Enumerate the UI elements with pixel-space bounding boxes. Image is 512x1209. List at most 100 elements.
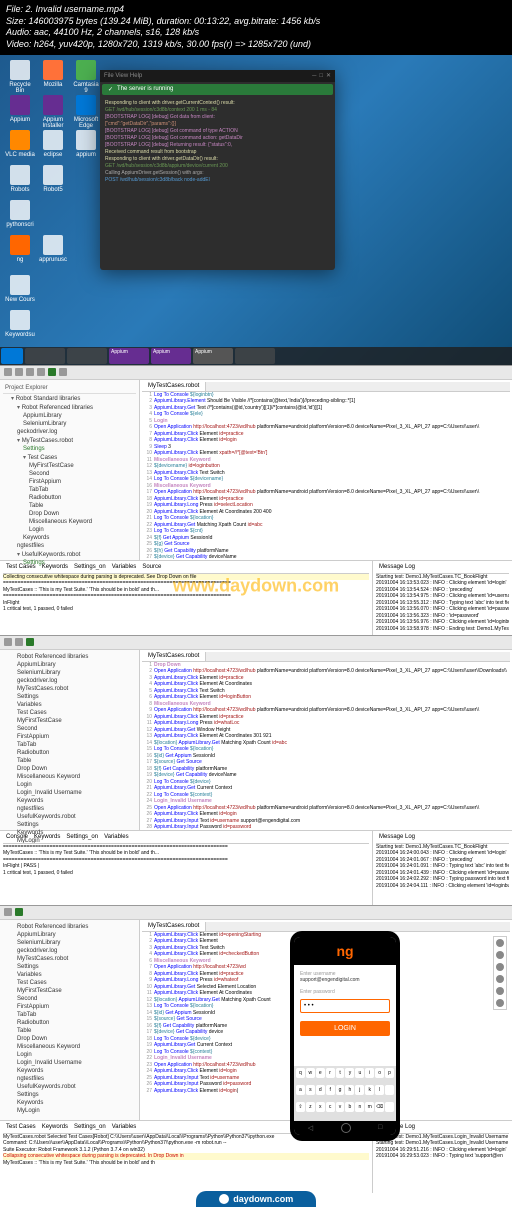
desktop-icon-appium[interactable]: Appium	[5, 95, 35, 123]
ide-toolbar[interactable]	[0, 906, 512, 920]
tree-item[interactable]: Robot Referenced libraries	[3, 403, 136, 412]
tree-item[interactable]: Variables	[3, 701, 136, 709]
toolbar-icon[interactable]	[4, 638, 12, 646]
tree-testcase[interactable]: Table	[3, 502, 136, 510]
run-icon[interactable]	[15, 908, 23, 916]
keyboard-key[interactable]: m	[365, 1102, 374, 1112]
rotate-icon[interactable]	[496, 963, 504, 971]
location-icon[interactable]	[496, 987, 504, 995]
emulator-toolbar[interactable]	[493, 936, 507, 1010]
keyboard-key[interactable]: l	[375, 1085, 384, 1095]
appium-server-terminal[interactable]: File View Help ─ □ ✕ ✓ The server is run…	[100, 70, 335, 270]
tree-testcase[interactable]: Second	[3, 470, 136, 478]
tree-item[interactable]: ngtestfiles	[3, 805, 136, 813]
keyboard-key[interactable]: z	[306, 1102, 315, 1112]
desktop-icon-vlc[interactable]: VLC media	[5, 130, 35, 158]
keyboard-key[interactable]: p	[385, 1068, 394, 1078]
keyboard-key[interactable]: w	[306, 1068, 315, 1078]
keyboard-key[interactable]: u	[355, 1068, 364, 1078]
tree-settings[interactable]: Settings	[3, 445, 136, 453]
taskbar-appium[interactable]: Appium	[109, 348, 149, 364]
tree-item[interactable]: SeleniumLibrary	[3, 669, 136, 677]
message-log[interactable]: Message Log Starting test: Demo1.MyTestC…	[372, 561, 512, 635]
android-nav-bar[interactable]: ◁ □	[294, 1121, 396, 1135]
tree-item[interactable]: Robot Referenced libraries	[3, 653, 136, 661]
tree-item[interactable]: Settings	[3, 693, 136, 701]
tree-item[interactable]: Radiobutton	[3, 1019, 136, 1027]
taskbar-app[interactable]	[67, 348, 107, 364]
desktop-icon-eclipse[interactable]: eclipse	[38, 130, 68, 158]
desktop-icon-camtasia[interactable]: Camtasia 9	[71, 60, 101, 94]
desktop-icon-mozilla[interactable]: Mozilla	[38, 60, 68, 88]
keyboard-key[interactable]: y	[345, 1068, 354, 1078]
tree-item[interactable]: MyFirstTestCase	[3, 987, 136, 995]
tree-item[interactable]: geckodriver.log	[3, 947, 136, 955]
console-tab[interactable]: Source	[142, 564, 161, 572]
taskbar-app[interactable]	[235, 348, 275, 364]
toolbar-icon[interactable]	[59, 368, 67, 376]
console-tab[interactable]: Settings_on	[74, 564, 106, 572]
keyboard-key[interactable]: i	[365, 1068, 374, 1078]
start-button[interactable]	[1, 348, 23, 364]
tree-item[interactable]: ngtestfiles	[3, 542, 136, 550]
tree-testcase[interactable]: FirstAppium	[3, 478, 136, 486]
desktop-icon-robot5[interactable]: Robot5	[38, 165, 68, 193]
ide-console[interactable]: Console Keywords Settings_on Variables =…	[0, 830, 512, 905]
terminal-menu[interactable]: File View Help	[104, 73, 142, 79]
tree-item[interactable]: ngtestfiles	[3, 1075, 136, 1083]
tree-item[interactable]: AppiumLibrary	[3, 931, 136, 939]
keyboard-key[interactable]: q	[296, 1068, 305, 1078]
console-tab[interactable]: Variables	[112, 564, 137, 572]
soft-keyboard[interactable]: qwertyuiopasdfghjkl⇧zxcvbnm⌫	[294, 1066, 396, 1121]
tree-testcase[interactable]: Login	[3, 526, 136, 534]
ide-toolbar[interactable]	[0, 366, 512, 380]
desktop-icon-appium2[interactable]: appium	[71, 130, 101, 158]
keyboard-key[interactable]: t	[336, 1068, 345, 1078]
tree-item[interactable]: AppiumLibrary	[3, 661, 136, 669]
taskbar-appium[interactable]: Appium	[151, 348, 191, 364]
console-tabs[interactable]: Test Cases Keywords Settings_on Variable…	[3, 564, 369, 574]
run-icon[interactable]	[26, 638, 34, 646]
project-explorer[interactable]: Robot Referenced librariesAppiumLibraryS…	[0, 650, 140, 830]
tree-testcase[interactable]: Radiobutton	[3, 494, 136, 502]
tree-item[interactable]: Drop Down	[3, 1035, 136, 1043]
android-emulator[interactable]: ng Enter username support@engendigital.c…	[290, 931, 400, 1141]
console-tab[interactable]: Settings_on	[74, 1124, 106, 1132]
tree-testcase[interactable]: MyFirstTestCase	[3, 462, 136, 470]
desktop-icon-robots[interactable]: Robots	[5, 165, 35, 193]
maximize-icon[interactable]: □	[319, 73, 323, 79]
keyboard-key[interactable]: h	[345, 1085, 354, 1095]
tree-item[interactable]: Keywords	[3, 1067, 136, 1075]
keyboard-key[interactable]: f	[326, 1085, 335, 1095]
editor-tab[interactable]: MyTestCases.robot	[142, 922, 206, 931]
home-icon[interactable]	[341, 1123, 351, 1133]
more-icon[interactable]	[496, 999, 504, 1007]
keyboard-key[interactable]: x	[316, 1102, 325, 1112]
tree-item[interactable]: Settings	[3, 821, 136, 829]
keyboard-key[interactable]: b	[345, 1102, 354, 1112]
desktop-icon-keywords[interactable]: Keywordsu	[5, 310, 35, 338]
tree-item[interactable]: MyTestCases.robot	[3, 436, 136, 445]
volume-icon[interactable]	[496, 951, 504, 959]
desktop-icon-apprun[interactable]: apprunusc	[38, 235, 68, 263]
tree-item[interactable]: geckodriver.log	[3, 428, 136, 436]
tree-item[interactable]: AppiumLibrary	[3, 412, 136, 420]
tree-item[interactable]: UsefulKeywords.robot	[3, 1083, 136, 1091]
console-tab[interactable]: Variables	[112, 1124, 137, 1132]
editor-tab[interactable]: MyTestCases.robot	[142, 382, 206, 391]
ide-console[interactable]: Test Cases Keywords Settings_on Variable…	[0, 560, 512, 635]
toolbar-icon[interactable]	[4, 368, 12, 376]
password-input[interactable]: • • •	[300, 999, 390, 1013]
tree-item[interactable]: Robot Standard libraries	[3, 394, 136, 403]
keyboard-key[interactable]: o	[375, 1068, 384, 1078]
tree-item[interactable]: TabTab	[3, 1011, 136, 1019]
desktop-icon-python[interactable]: pythonscri	[5, 200, 35, 228]
tree-item[interactable]: Login	[3, 1051, 136, 1059]
run-icon[interactable]	[48, 368, 56, 376]
tree-item[interactable]: Miscellaneous Keyword	[3, 1043, 136, 1051]
tree-item[interactable]: Table	[3, 757, 136, 765]
tree-item[interactable]: Keywords	[3, 797, 136, 805]
desktop-icon-recycle[interactable]: Recycle Bin	[5, 60, 35, 94]
tree-item[interactable]: FirstAppium	[3, 1003, 136, 1011]
code-editor[interactable]: MyTestCases.robot 1Drop Down2Open Applic…	[140, 650, 512, 830]
